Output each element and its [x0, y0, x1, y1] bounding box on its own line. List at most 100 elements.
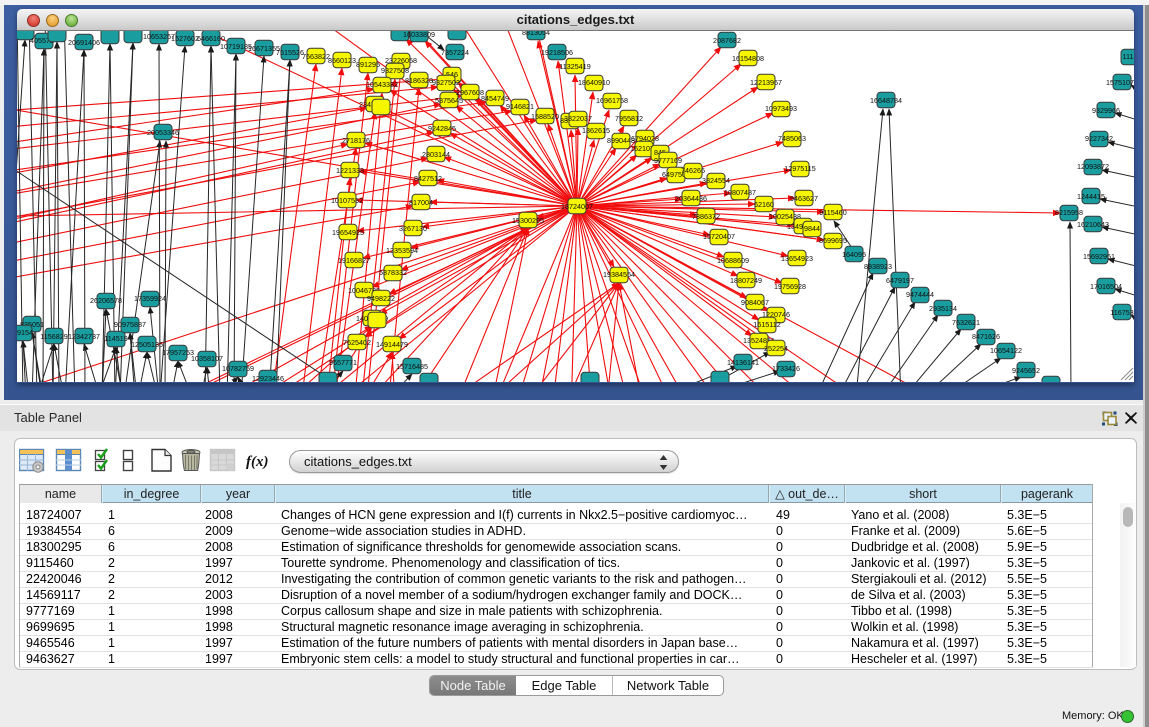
svg-text:9498222: 9498222	[367, 294, 395, 303]
svg-text:1527602: 1527602	[171, 34, 199, 43]
svg-text:8660123: 8660123	[328, 56, 356, 65]
svg-text:18724007: 18724007	[561, 202, 593, 211]
svg-text:7663822: 7663822	[302, 52, 330, 61]
svg-text:16033809: 16033809	[403, 31, 435, 39]
svg-text:14136141: 14136141	[727, 358, 759, 367]
svg-text:7357224: 7357224	[441, 48, 469, 57]
svg-text:12093872: 12093872	[1077, 162, 1109, 171]
svg-text:1588520: 1588520	[531, 112, 559, 121]
svg-text:8454749: 8454749	[481, 94, 509, 103]
svg-text:8186328: 8186328	[405, 76, 433, 85]
svg-text:16154808: 16154808	[732, 54, 764, 63]
svg-text:10688609: 10688609	[717, 256, 749, 265]
svg-text:9474444: 9474444	[906, 290, 934, 299]
svg-text:f(x): f(x)	[246, 454, 269, 470]
svg-text:3824554: 3824554	[702, 176, 730, 185]
svg-text:9115460: 9115460	[819, 208, 846, 217]
svg-text:9327508: 9327508	[381, 66, 409, 75]
svg-text:12342737: 12342737	[68, 332, 100, 341]
svg-text:9777169: 9777169	[654, 156, 682, 165]
svg-text:20691406: 20691406	[68, 38, 100, 47]
svg-text:20364436: 20364436	[675, 194, 707, 203]
svg-text:10654122: 10654122	[990, 346, 1022, 355]
svg-text:7485063: 7485063	[778, 134, 806, 143]
svg-text:10358107: 10358107	[191, 354, 223, 363]
svg-text:891295: 891295	[356, 60, 380, 69]
svg-text:12505135: 12505135	[131, 340, 163, 349]
svg-text:9245652: 9245652	[1012, 366, 1040, 375]
svg-text:6479197: 6479197	[886, 276, 914, 285]
svg-text:16648784: 16648784	[870, 96, 902, 105]
svg-text:1221338: 1221338	[336, 166, 364, 175]
svg-text:114519: 114519	[104, 334, 127, 343]
svg-text:10973493: 10973493	[765, 104, 797, 113]
svg-text:9327502: 9327502	[432, 78, 460, 87]
svg-text:1112: 1112	[1123, 52, 1134, 61]
svg-text:90975887: 90975887	[114, 320, 146, 329]
svg-text:1615112: 1615112	[753, 320, 780, 329]
svg-text:2967608: 2967608	[456, 88, 484, 97]
svg-text:18807249: 18807249	[730, 276, 762, 285]
svg-text:7386372: 7386372	[692, 212, 720, 221]
svg-text:7625402: 7625402	[343, 338, 371, 347]
svg-text:62160: 62160	[754, 200, 774, 209]
svg-text:8938923: 8938923	[864, 262, 892, 271]
svg-text:2935134: 2935134	[929, 304, 957, 313]
svg-text:17016504: 17016504	[1090, 282, 1122, 291]
svg-text:1244415: 1244415	[1077, 192, 1105, 201]
svg-text:2718176: 2718176	[342, 136, 370, 145]
svg-text:12923446: 12923446	[252, 374, 284, 382]
svg-text:26206578: 26206578	[90, 296, 122, 305]
svg-text:9227342: 9227342	[1085, 134, 1113, 143]
svg-text:12353594: 12353594	[386, 246, 418, 255]
svg-text:15751074: 15751074	[1106, 78, 1134, 87]
svg-text:8427512: 8427512	[414, 174, 442, 183]
svg-text:12213967: 12213967	[750, 78, 782, 87]
svg-text:164095: 164095	[842, 250, 866, 259]
svg-text:9844: 9844	[804, 224, 820, 233]
svg-text:2803144: 2803144	[422, 150, 450, 159]
svg-text:746266: 746266	[681, 166, 705, 175]
svg-text:5875645: 5875645	[435, 96, 463, 105]
svg-text:8215958: 8215958	[1055, 208, 1083, 217]
svg-text:16961758: 16961758	[596, 96, 628, 105]
svg-text:817004: 817004	[409, 198, 433, 207]
svg-text:10107552: 10107552	[331, 196, 363, 205]
svg-text:9146821: 9146821	[506, 102, 534, 111]
svg-text:8699695: 8699695	[819, 236, 847, 245]
svg-text:5878332: 5878332	[379, 268, 407, 277]
svg-text:15300295: 15300295	[512, 216, 544, 225]
svg-text:252254: 252254	[764, 344, 788, 353]
svg-text:19218506: 19218506	[541, 48, 573, 57]
svg-text:19384554: 19384554	[603, 270, 635, 279]
svg-text:3822037: 3822037	[564, 114, 592, 123]
svg-text:3267130: 3267130	[399, 224, 427, 233]
svg-text:12975115: 12975115	[784, 164, 815, 173]
svg-text:15720407: 15720407	[703, 232, 735, 241]
svg-text:20053346: 20053346	[147, 128, 179, 137]
svg-text:11325419: 11325419	[559, 62, 590, 71]
svg-text:14914479: 14914479	[376, 340, 408, 349]
svg-text:19654925: 19654925	[332, 228, 364, 237]
svg-text:10782759: 10782759	[222, 364, 254, 373]
svg-text:10807487: 10807487	[724, 188, 756, 197]
svg-text:9084067: 9084067	[741, 298, 769, 307]
svg-text:10543382: 10543382	[366, 80, 398, 89]
svg-text:15716485: 15716485	[396, 362, 428, 371]
svg-text:9463627: 9463627	[790, 194, 818, 203]
svg-text:17957253: 17957253	[162, 348, 194, 357]
svg-text:1156829: 1156829	[40, 332, 67, 341]
svg-text:19166827: 19166827	[338, 256, 370, 265]
svg-text:13654923: 13654923	[781, 254, 813, 263]
svg-text:7955812: 7955812	[615, 114, 643, 123]
svg-text:18640910: 18640910	[578, 78, 610, 87]
svg-text:1362615: 1362615	[582, 126, 610, 135]
svg-text:16210643: 16210643	[1077, 220, 1109, 229]
svg-text:1733426: 1733426	[772, 364, 800, 373]
svg-text:2087682: 2087682	[713, 36, 741, 45]
svg-text:15692951: 15692951	[1083, 252, 1115, 261]
svg-text:39154: 39154	[17, 328, 33, 337]
svg-text:17359924: 17359924	[134, 294, 166, 303]
svg-text:7632621: 7632621	[952, 318, 980, 327]
svg-text:9657771: 9657771	[329, 358, 357, 367]
